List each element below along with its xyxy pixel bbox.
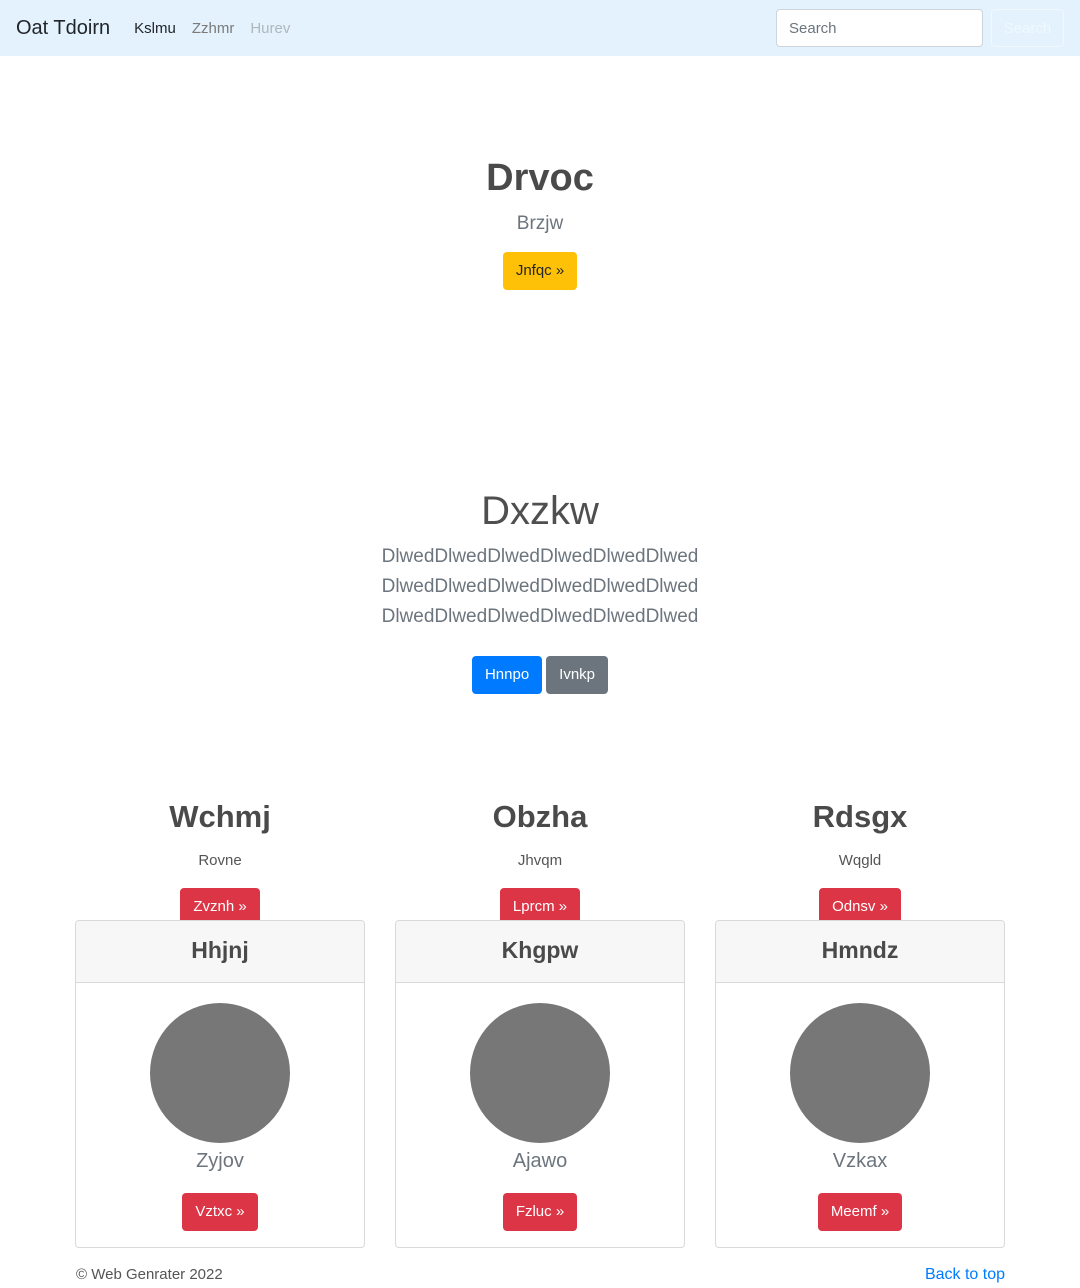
hero-title: Drvoc	[486, 157, 594, 199]
navbar-brand[interactable]: Oat Tdoirn	[16, 17, 110, 40]
column-subtitle: Wqgld	[838, 852, 882, 869]
card-name: Zyjov	[196, 1150, 244, 1172]
column-subtitle: Rovne	[198, 852, 242, 869]
search-button[interactable]: Search	[991, 9, 1064, 47]
column-title: Wchmj	[169, 799, 271, 834]
card-button[interactable]: Vztxc »	[182, 1193, 258, 1231]
search-input[interactable]	[776, 9, 983, 47]
column-1: Wchmj Rovne Zvznh »	[75, 796, 365, 926]
nav-link-zzhmr[interactable]: Zzhmr	[192, 20, 235, 37]
column-title: Rdsgx	[812, 799, 908, 834]
column-subtitle: Jhvqm	[517, 852, 563, 869]
avatar-placeholder	[790, 1003, 930, 1143]
avatar-placeholder	[470, 1003, 610, 1143]
card-name: Ajawo	[512, 1150, 568, 1172]
search-form: Search	[776, 9, 1064, 47]
back-to-top-link[interactable]: Back to top	[925, 1266, 1005, 1284]
secondary-button[interactable]: Ivnkp	[546, 656, 609, 694]
column-3: Rdsgx Wqgld Odnsv »	[715, 796, 1005, 926]
primary-button[interactable]: Hnnpo	[471, 656, 543, 694]
card-header: Hmndz	[716, 921, 1004, 983]
feature-text: DlwedDlwedDlwedDlwedDlwedDlwedDlwedDlwed…	[381, 546, 699, 627]
footer-copyright: © Web Genrater 2022	[76, 1266, 223, 1283]
nav-link-kslmu[interactable]: Kslmu	[134, 20, 176, 37]
hero-section: Drvoc Brzjw Jnfqc »	[0, 150, 1080, 290]
card-2: Khgpw Ajawo Fzluc »	[395, 920, 685, 1248]
feature-title: Dxzkw	[481, 489, 599, 533]
card-1: Hhjnj Zyjov Vztxc »	[75, 920, 365, 1248]
card-name: Vzkax	[832, 1150, 888, 1172]
column-2: Obzha Jhvqm Lprcm »	[395, 796, 685, 926]
column-title: Obzha	[492, 799, 588, 834]
hero-subtitle: Brzjw	[516, 213, 564, 234]
card-button[interactable]: Fzluc »	[502, 1193, 578, 1231]
feature-buttons: Hnnpo Ivnkp	[0, 656, 1080, 694]
navbar: Oat Tdoirn Kslmu Zzhmr Hurev Search	[0, 0, 1080, 56]
card-header: Khgpw	[396, 921, 684, 983]
card-3: Hmndz Vzkax Meemf »	[715, 920, 1005, 1248]
nav-link-hurev: Hurev	[250, 19, 291, 37]
card-header: Hhjnj	[76, 921, 364, 983]
hero-button[interactable]: Jnfqc »	[502, 252, 578, 290]
card-button[interactable]: Meemf »	[817, 1193, 903, 1231]
avatar-placeholder	[150, 1003, 290, 1143]
feature-section: Dxzkw DlwedDlwedDlwedDlwedDlwedDlwedDlwe…	[0, 484, 1080, 694]
